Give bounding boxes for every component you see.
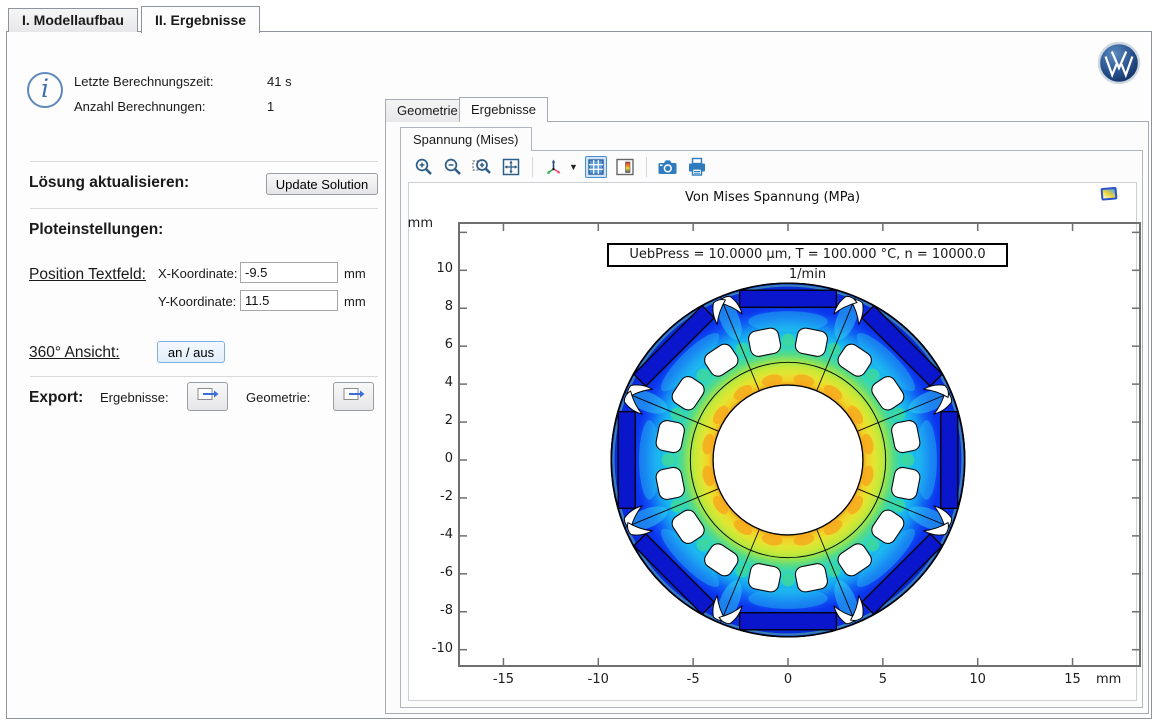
tab-ergebnisse-plot[interactable]: Ergebnisse (459, 97, 548, 122)
plot-annotation-box: UebPress = 10.0000 µm, T = 100.000 °C, n… (607, 243, 1008, 267)
y-tick-label: -4 (409, 527, 453, 542)
separator (30, 161, 378, 162)
export-results-button[interactable] (187, 382, 228, 411)
x-tick-label: 15 (1048, 672, 1098, 687)
toolbar-separator (532, 157, 533, 177)
y-tick-label: 0 (409, 451, 453, 466)
y-tick-label: -6 (409, 565, 453, 580)
graphics-canvas[interactable]: Von Mises Spannung (MPa) UebPress = 10.0… (408, 182, 1137, 701)
print-icon[interactable] (686, 156, 708, 178)
export-geometry-label: Geometrie: (246, 390, 310, 405)
y-tick-label: -10 (409, 641, 453, 656)
image-snapshot-icon[interactable] (1099, 185, 1119, 203)
axis-orientation-dropdown-caret[interactable]: ▼ (569, 162, 578, 172)
axis-orientation-icon[interactable] (543, 156, 565, 178)
x-tick-label: -15 (478, 672, 528, 687)
tab-spannung-mises[interactable]: Spannung (Mises) (400, 127, 532, 151)
plot-settings-heading: Ploteinstellungen: (29, 221, 163, 239)
app-window: I. Modellaufbau II. Ergebnisse i Letzte … (0, 0, 1158, 724)
x-tick-label: 5 (858, 672, 908, 687)
y-unit-label: mm (344, 294, 366, 309)
y-tick-label: -8 (409, 603, 453, 618)
x-coordinate-input[interactable] (240, 262, 338, 283)
export-icon (197, 386, 219, 407)
y-coordinate-input[interactable] (240, 290, 338, 311)
computation-count-value: 1 (267, 99, 274, 114)
last-computation-value: 41 s (267, 74, 292, 89)
separator (30, 208, 378, 209)
solution-heading: Lösung aktualisieren: (29, 174, 189, 192)
last-computation-label: Letzte Berechnungszeit: (74, 74, 213, 89)
zoom-extents-icon[interactable] (500, 156, 522, 178)
export-results-label: Ergebnisse: (100, 390, 169, 405)
x-unit-label: mm (344, 266, 366, 281)
view-360-heading: 360° Ansicht: (29, 344, 120, 362)
export-icon (343, 386, 365, 407)
x-tick-label: 0 (763, 672, 813, 687)
computation-count-label: Anzahl Berechnungen: (74, 99, 206, 114)
x-tick-label: -5 (668, 672, 718, 687)
plot-title: Von Mises Spannung (MPa) (409, 190, 1136, 205)
export-heading: Export: (29, 389, 83, 407)
y-tick-label: 10 (409, 261, 453, 276)
zoom-in-icon[interactable] (413, 156, 435, 178)
plot-toolbar: ▼ (403, 152, 1143, 181)
tab-modellaufbau[interactable]: I. Modellaufbau (8, 8, 138, 32)
y-axis-unit: mm (389, 216, 433, 231)
view-360-toggle-button[interactable]: an / aus (157, 341, 225, 363)
x-axis-unit: mm (1096, 672, 1121, 687)
x-tick-label: 10 (953, 672, 1003, 687)
toolbar-separator (646, 157, 647, 177)
y-tick-label: 2 (409, 413, 453, 428)
info-icon: i (27, 72, 63, 108)
grid-toggle-icon[interactable] (585, 156, 607, 178)
color-legend-icon[interactable] (614, 156, 636, 178)
position-textfield-heading: Position Textfeld: (29, 266, 146, 284)
update-solution-button[interactable]: Update Solution (266, 173, 378, 195)
zoom-box-icon[interactable] (471, 156, 493, 178)
snapshot-camera-icon[interactable] (657, 156, 679, 178)
tab-ergebnisse[interactable]: II. Ergebnisse (141, 6, 260, 33)
tab-geometrie[interactable]: Geometrie (385, 99, 470, 122)
vw-logo (1097, 41, 1141, 85)
y-tick-label: 4 (409, 375, 453, 390)
x-tick-label: -10 (573, 672, 623, 687)
zoom-out-icon[interactable] (442, 156, 464, 178)
y-coordinate-label: Y-Koordinate: (158, 294, 236, 309)
separator (30, 376, 378, 377)
y-tick-label: 8 (409, 299, 453, 314)
x-coordinate-label: X-Koordinate: (158, 266, 238, 281)
rotor-stress-plot[interactable] (460, 224, 1139, 665)
export-geometry-button[interactable] (333, 382, 374, 411)
y-tick-label: -2 (409, 489, 453, 504)
y-tick-label: 6 (409, 337, 453, 352)
